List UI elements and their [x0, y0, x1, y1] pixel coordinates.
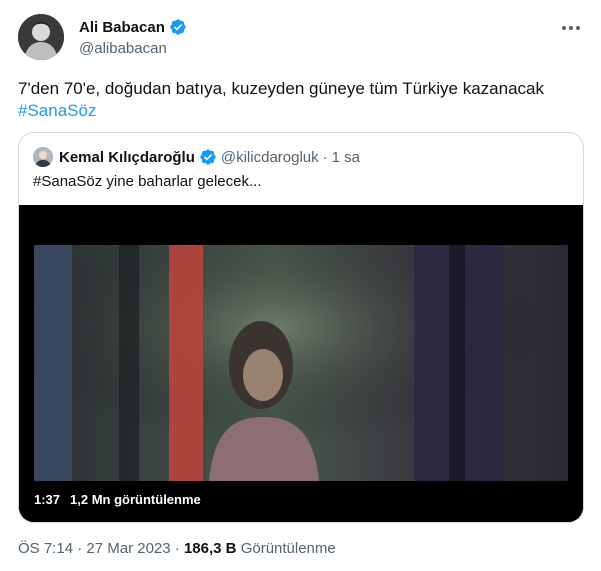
video-player[interactable]: 1:37 1,2 Mn görüntülenme — [19, 205, 583, 522]
views-label: Görüntülenme — [240, 540, 336, 557]
tweet-date[interactable]: 27 Mar 2023 — [86, 540, 170, 557]
video-duration: 1:37 — [34, 492, 61, 507]
tweet: Ali Babacan @alibabacan 7'den 70'e, doğu… — [0, 0, 601, 571]
quoted-author-avatar[interactable] — [33, 147, 53, 167]
author-name-text[interactable]: Ali Babacan — [79, 19, 165, 36]
quoted-tweet-header: Kemal Kılıçdaroğlu @kilicdarogluk · 1 sa — [33, 147, 360, 167]
views-count: 186,3 B — [183, 540, 237, 557]
tweet-meta: ÖS 7:14 · 27 Mar 2023 · 186,3 B Görüntül… — [18, 540, 336, 557]
author-avatar[interactable] — [18, 14, 64, 60]
quoted-tweet[interactable]: Kemal Kılıçdaroğlu @kilicdarogluk · 1 sa… — [18, 132, 584, 523]
video-meta: 1:37 1,2 Mn görüntülenme — [34, 492, 201, 507]
tweet-body: 7'den 70'e, doğudan batıya, kuzeyden gün… — [18, 79, 544, 98]
author-handle[interactable]: @alibabacan — [79, 40, 167, 57]
tweet-text: 7'den 70'e, doğudan batıya, kuzeyden gün… — [18, 78, 583, 122]
video-thumbnail — [19, 205, 583, 522]
verified-badge-icon — [200, 149, 216, 165]
verified-badge-icon — [170, 19, 186, 35]
hashtag-link[interactable]: #SanaSöz — [18, 100, 583, 122]
more-options-icon[interactable] — [556, 18, 586, 38]
quoted-author-handle[interactable]: @kilicdarogluk — [221, 149, 319, 166]
separator-dot: · — [322, 148, 328, 166]
quoted-author-name[interactable]: Kemal Kılıçdaroğlu — [59, 149, 195, 166]
separator-dot: · — [174, 540, 180, 557]
tweet-time[interactable]: ÖS 7:14 — [18, 540, 73, 557]
separator-dot: · — [77, 540, 83, 557]
author-name[interactable]: Ali Babacan — [79, 18, 187, 36]
video-views: 1,2 Mn görüntülenme — [70, 492, 201, 507]
quoted-tweet-text: #SanaSöz yine baharlar gelecek... — [33, 173, 262, 190]
quoted-tweet-time[interactable]: 1 sa — [332, 149, 360, 166]
